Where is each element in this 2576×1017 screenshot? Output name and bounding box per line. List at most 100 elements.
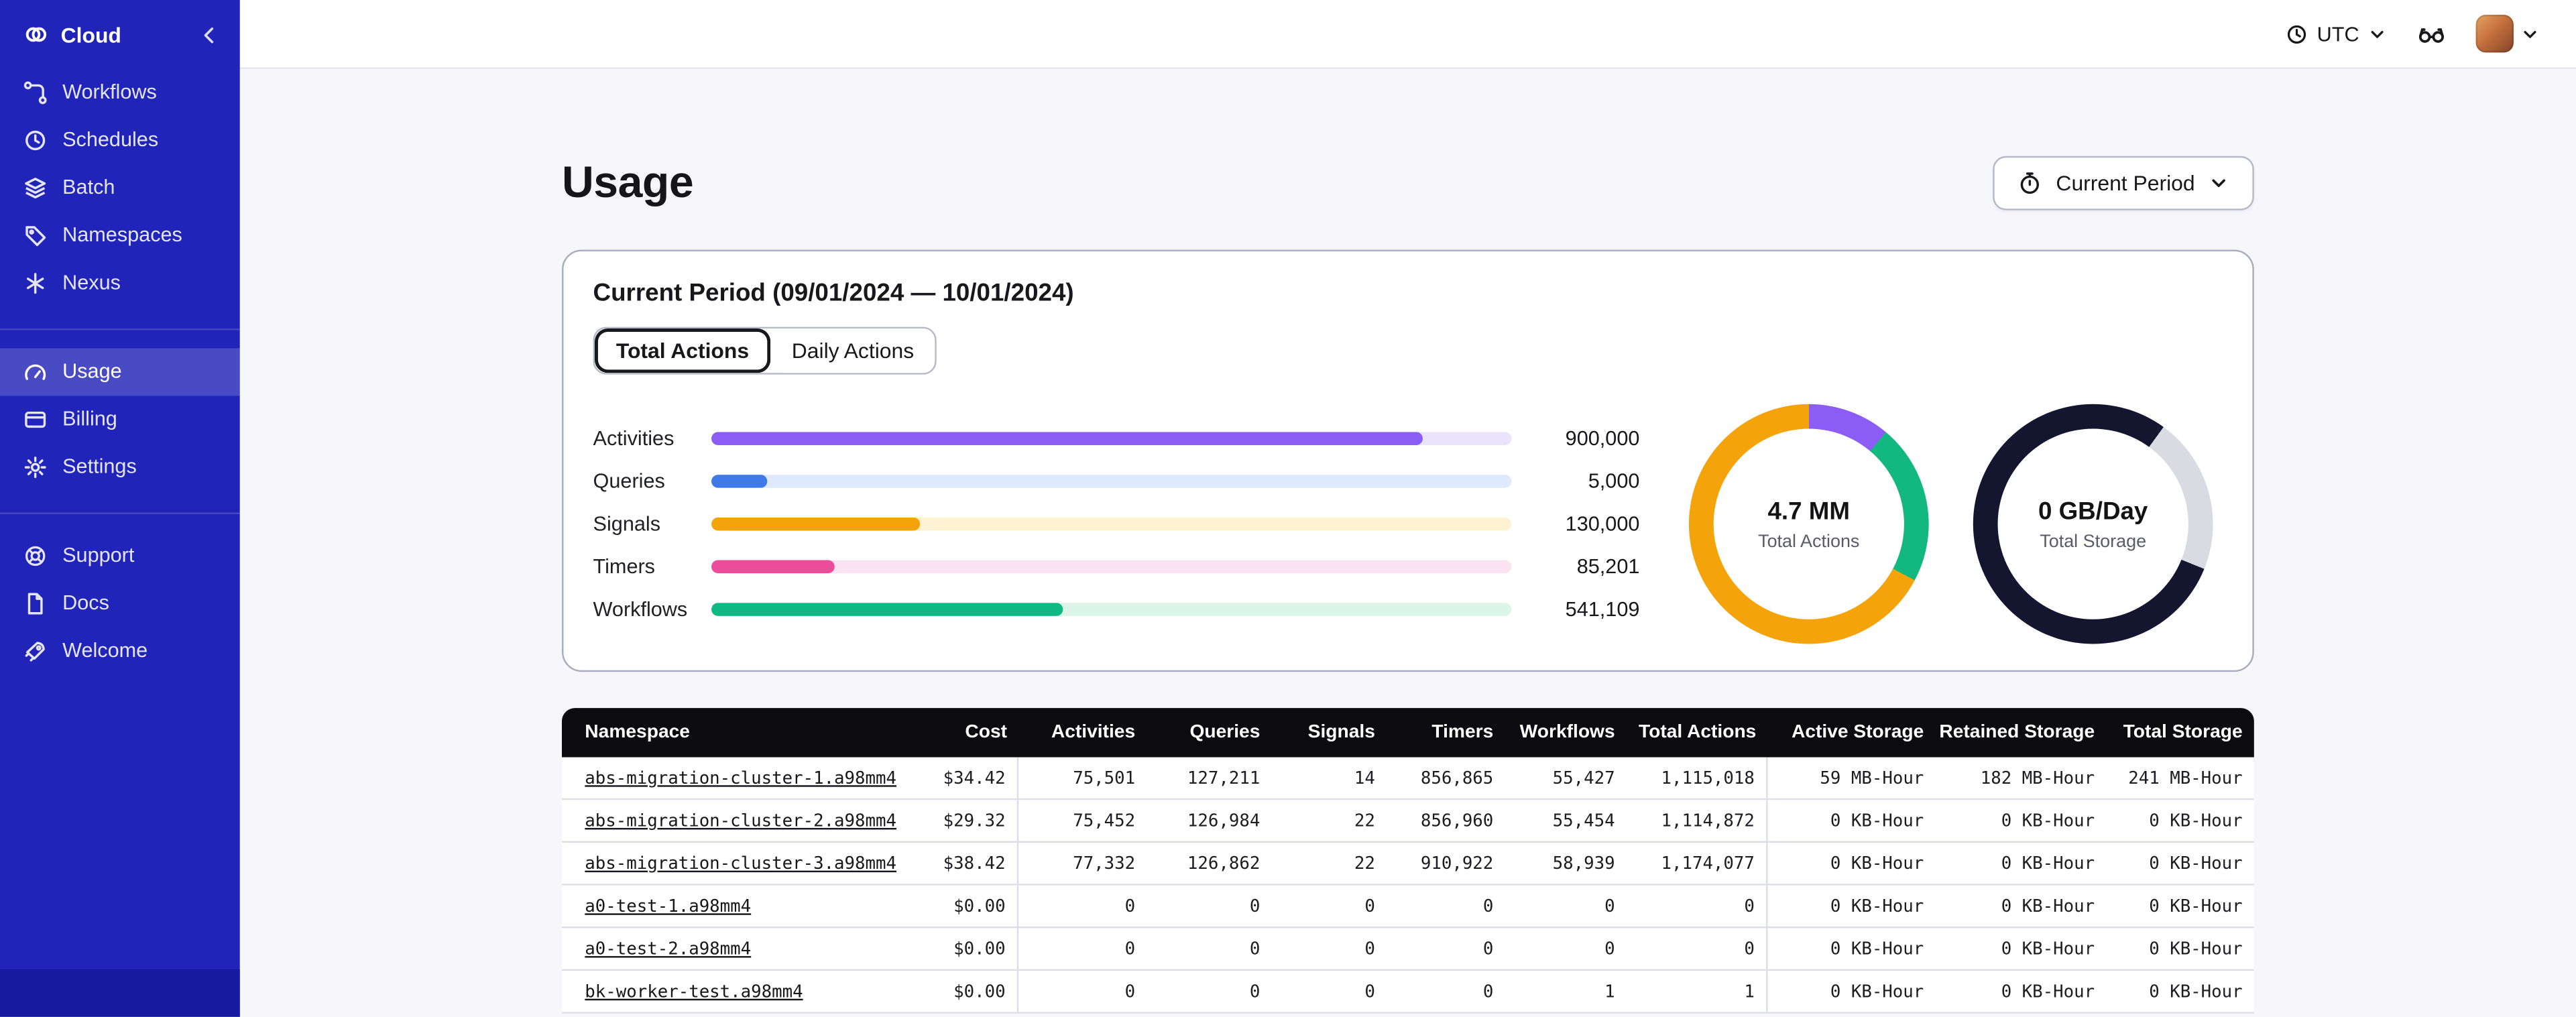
workflows-cell: 55,454: [1552, 811, 1615, 831]
tab-daily-actions[interactable]: Daily Actions: [770, 328, 935, 373]
main-area: UTC Usage Current Period Current Period …: [239, 0, 2576, 1017]
table-row: bk-worker-test.a98mm4 $0.00 0 0 0 0 1 1 …: [562, 971, 2254, 1014]
sidebar-item-billing[interactable]: Billing: [0, 396, 240, 444]
sidebar-collapse-button[interactable]: [198, 24, 220, 46]
gauge-icon: [23, 360, 48, 385]
timers-cell: 910,922: [1420, 853, 1494, 874]
workflows-cell: 1: [1604, 981, 1615, 1002]
donut-center: 0 GB/Day Total Storage: [1997, 428, 2188, 619]
donut-value: 0 GB/Day: [2038, 497, 2148, 525]
sidebar-item-nexus[interactable]: Nexus: [0, 259, 240, 307]
sidebar-item-workflows[interactable]: Workflows: [0, 69, 240, 117]
namespace-link[interactable]: abs-migration-cluster-3.a98mm4: [585, 853, 896, 873]
bar-label: Queries: [593, 469, 665, 493]
bar-fill: [711, 475, 768, 488]
bar-label: Workflows: [593, 597, 688, 621]
donut-charts: 4.7 MM Total Actions 0 GB/Day Total Stor…: [1688, 404, 2223, 644]
namespace-link[interactable]: bk-worker-test.a98mm4: [585, 981, 803, 1001]
queries-cell: 0: [1249, 939, 1261, 959]
namespace-cell: abs-migration-cluster-3.a98mm4: [562, 843, 900, 884]
namespace-link[interactable]: abs-migration-cluster-2.a98mm4: [585, 811, 896, 830]
total-actions-cell: 0: [1627, 885, 1768, 926]
account-menu[interactable]: [2475, 15, 2540, 53]
table-row: a0-test-1.a98mm4 $0.00 0 0 0 0 0 0 0 KB-…: [562, 885, 2254, 929]
activities-cell: 0: [1124, 939, 1136, 959]
active-storage-cell: 0 KB-Hour: [1830, 853, 1924, 874]
timers-cell: 0: [1482, 981, 1494, 1002]
clock-icon: [2286, 22, 2308, 45]
cost-cell: $38.42: [900, 843, 1019, 884]
namespace-link[interactable]: a0-test-1.a98mm4: [585, 896, 751, 916]
chevron-down-icon: [2520, 24, 2540, 44]
period-selector-button[interactable]: Current Period: [1993, 156, 2254, 211]
timezone-selector[interactable]: UTC: [2286, 22, 2387, 45]
sidebar-item-settings[interactable]: Settings: [0, 444, 240, 491]
cost-cell: $34.42: [900, 757, 1019, 798]
clock-icon: [23, 128, 48, 153]
sidebar-item-usage[interactable]: Usage: [0, 348, 240, 396]
workflows-cell: 58,939: [1552, 853, 1615, 874]
namespace-cell: bk-worker-test.a98mm4: [562, 971, 900, 1012]
welcome-icon: [23, 639, 48, 664]
period-selector-label: Current Period: [2056, 170, 2195, 196]
total-storage-cell: 0 KB-Hour: [2149, 896, 2243, 916]
brand-label: Cloud: [60, 22, 121, 47]
sidebar-nav-help: Support Docs Welcome: [0, 529, 240, 682]
glasses-icon[interactable]: [2415, 21, 2448, 47]
column-header: Activities: [1051, 723, 1136, 743]
app-root: Cloud Workflows Schedules Batch Namespac…: [0, 0, 2576, 1017]
namespace-link[interactable]: abs-migration-cluster-1.a98mm4: [585, 768, 896, 788]
content-scroll-area[interactable]: Usage Current Period Current Period (09/…: [239, 68, 2576, 1017]
cost-cell: $0.00: [900, 885, 1019, 926]
chevron-down-icon: [2208, 172, 2229, 194]
timers-cell: 856,960: [1420, 811, 1494, 831]
sidebar-item-namespaces[interactable]: Namespaces: [0, 212, 240, 259]
timers-cell: 0: [1482, 896, 1494, 916]
sidebar-item-label: Settings: [62, 455, 137, 479]
donut-value: 4.7 MM: [1767, 497, 1851, 525]
sidebar-item-welcome[interactable]: Welcome: [0, 627, 240, 675]
column-header: Total Storage: [2123, 723, 2243, 743]
workflows-icon: [23, 80, 48, 105]
queries-cell: 126,862: [1187, 853, 1261, 874]
brand-row: Cloud: [0, 0, 240, 66]
sidebar-item-label: Nexus: [62, 271, 121, 294]
queries-cell: 127,211: [1187, 768, 1261, 788]
activities-cell: 0: [1124, 896, 1136, 916]
bar-track: [711, 560, 1512, 574]
bar-label: Activities: [593, 427, 675, 451]
total-storage-cell: 0 KB-Hour: [2149, 853, 2243, 874]
bar-value: 5,000: [1588, 469, 1640, 493]
total-storage-cell: 241 MB-Hour: [2128, 768, 2243, 788]
cost-cell: $29.32: [900, 800, 1019, 841]
donut-caption: Total Storage: [2040, 531, 2147, 552]
column-header: Active Storage: [1791, 723, 1924, 743]
total-storage-donut: 0 GB/Day Total Storage: [1973, 404, 2213, 644]
sidebar-item-batch[interactable]: Batch: [0, 164, 240, 212]
tag-icon: [23, 223, 48, 248]
sidebar-item-support[interactable]: Support: [0, 532, 240, 580]
total-storage-cell: 0 KB-Hour: [2149, 939, 2243, 959]
sidebar-nav-main: Workflows Schedules Batch Namespaces Nex…: [0, 66, 240, 314]
total-actions-cell: 0: [1627, 928, 1768, 969]
signals-cell: 0: [1364, 939, 1375, 959]
sidebar-item-docs[interactable]: Docs: [0, 580, 240, 627]
bar-track: [711, 603, 1512, 616]
retained-storage-cell: 182 MB-Hour: [1980, 768, 2095, 788]
bar-fill: [711, 560, 835, 574]
activities-cell: 75,452: [1073, 811, 1136, 831]
total-storage-cell: 0 KB-Hour: [2149, 811, 2243, 831]
sidebar-footer: [0, 969, 240, 1017]
queries-cell: 0: [1249, 981, 1261, 1002]
column-header: Total Actions: [1639, 723, 1757, 743]
bar-track: [711, 517, 1512, 531]
bar-value: 900,000: [1565, 427, 1640, 451]
queries-cell: 0: [1249, 896, 1261, 916]
sidebar-item-schedules[interactable]: Schedules: [0, 117, 240, 164]
namespace-link[interactable]: a0-test-2.a98mm4: [585, 939, 751, 958]
namespace-cell: abs-migration-cluster-1.a98mm4: [562, 758, 900, 798]
bar-fill: [711, 432, 1423, 446]
workflows-cell: 0: [1604, 939, 1615, 959]
namespace-usage-table: Namespace Cost Activities Queries Signal…: [562, 708, 2254, 1014]
tab-total-actions[interactable]: Total Actions: [595, 328, 770, 373]
